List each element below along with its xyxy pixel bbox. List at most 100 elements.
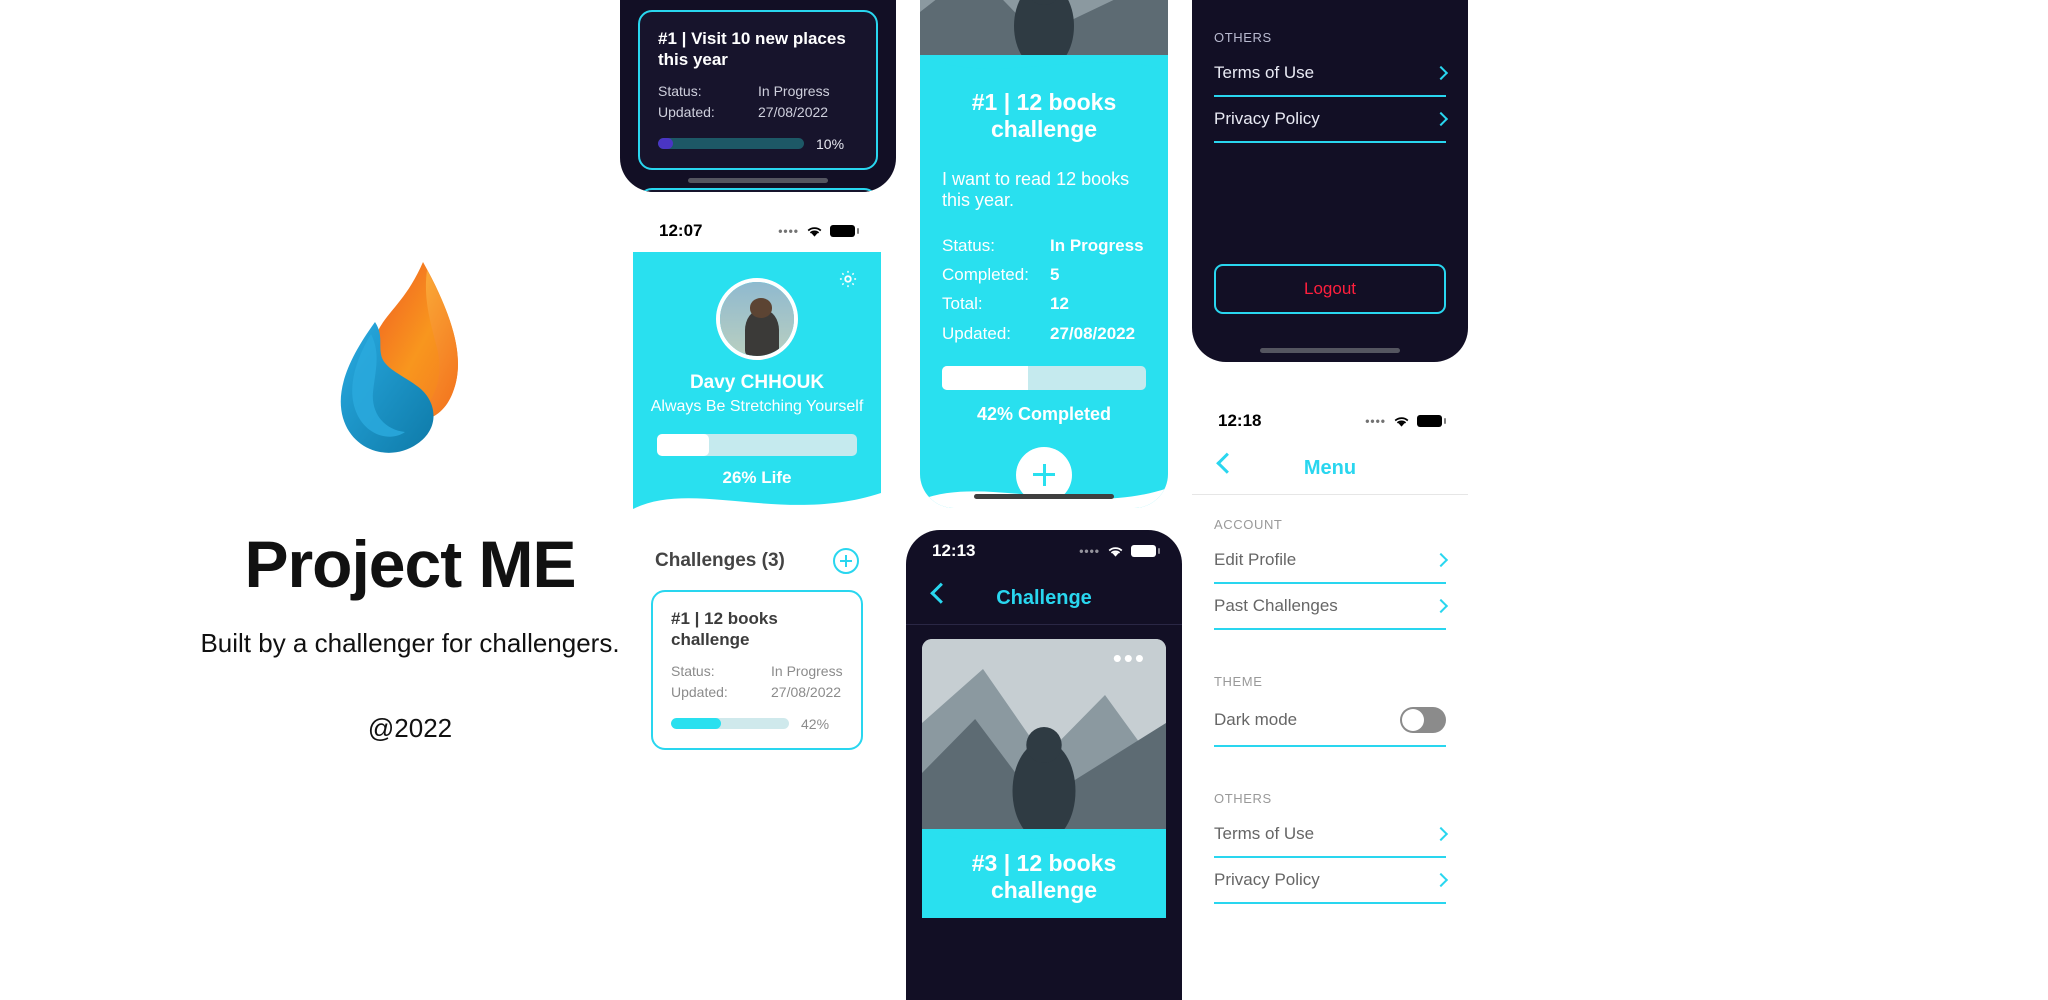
progress-percent: 10% — [816, 135, 845, 152]
signal-icon: •••• — [1079, 544, 1100, 558]
menu-item-privacy[interactable]: Privacy Policy — [1214, 97, 1449, 143]
home-indicator — [688, 178, 828, 183]
challenge-card[interactable]: #1 | 12 books challenge Status: In Progr… — [651, 590, 863, 750]
add-challenge-button[interactable] — [833, 548, 859, 574]
row-value: In Progress — [1050, 236, 1144, 255]
wave-divider — [633, 493, 881, 531]
section-title: Challenges (3) — [655, 550, 785, 571]
home-indicator — [974, 494, 1114, 499]
updated-label: Updated: — [671, 684, 728, 701]
row-label: Completed: — [942, 265, 1029, 285]
detail-row: Updated: 27/08/2022 — [920, 319, 1168, 348]
detail-title: #1 | 12 books challenge — [971, 89, 1117, 142]
chevron-right-icon — [1433, 552, 1449, 568]
chevron-right-icon — [1433, 598, 1449, 614]
battery-icon — [1131, 545, 1160, 557]
screen-menu-dark: OTHERS Terms of Use Privacy Policy Logou… — [1192, 0, 1468, 362]
detail-row: Status: In Progress — [920, 231, 1168, 260]
detail-row: Total: 12 — [920, 289, 1168, 318]
profile-name: Davy CHHOUK — [689, 372, 825, 393]
profile-hero: Davy CHHOUK Always Be Stretching Yoursel… — [633, 252, 881, 531]
row-label: Total: — [942, 294, 983, 314]
menu-item-label: Terms of Use — [1214, 63, 1315, 82]
signal-icon: •••• — [1365, 414, 1386, 428]
home-indicator — [1260, 348, 1400, 353]
menu-item-label: Edit Profile — [1214, 550, 1297, 569]
menu-item-label: Dark mode — [1214, 710, 1298, 729]
row-value: 5 — [1050, 265, 1060, 285]
more-options-icon[interactable]: ••• — [1113, 645, 1146, 671]
row-value: 12 — [1050, 294, 1069, 314]
screen-menu-light: 12:18 •••• Menu ACCOUNT Edit Profile Pas… — [1192, 400, 1468, 1000]
screen-dark-challenge-list: #1 | Visit 10 new places this year Statu… — [620, 0, 896, 192]
gear-icon[interactable] — [837, 268, 859, 290]
progress-bar — [671, 718, 789, 730]
flame-droplet-logo — [340, 262, 458, 453]
nav-title: Menu — [1303, 456, 1357, 479]
chevron-right-icon — [1433, 826, 1449, 842]
nav-title: Challenge — [996, 586, 1092, 609]
detail-row: Completed: 5 — [920, 260, 1168, 289]
row-label: Status: — [942, 236, 995, 255]
detail-progress-label: 42% Completed — [976, 403, 1112, 424]
progress-bar — [658, 138, 804, 150]
menu-item-label: Privacy Policy — [1214, 870, 1320, 889]
chevron-right-icon — [1433, 872, 1449, 888]
wifi-icon — [1394, 416, 1409, 427]
back-chevron-icon[interactable] — [930, 582, 952, 604]
challenge-title: #1 | 12 books challenge — [671, 609, 778, 650]
updated-value: 27/08/2022 — [758, 104, 829, 121]
menu-item-edit-profile[interactable]: Edit Profile — [1214, 538, 1449, 584]
screenshot-stage: Project ME Built by a challenger for cha… — [0, 0, 2048, 1000]
nav-bar: Challenge — [906, 572, 1182, 624]
menu-item-terms[interactable]: Terms of Use — [1214, 51, 1449, 97]
chevron-right-icon — [1433, 111, 1449, 127]
menu-item-terms[interactable]: Terms of Use — [1214, 812, 1449, 858]
status-time: 12:13 — [932, 541, 976, 560]
status-time: 12:18 — [1218, 411, 1262, 430]
status-bar: 12:13 •••• — [906, 530, 1182, 572]
status-bar: 12:18 •••• — [1192, 400, 1468, 442]
progress-percent: 42% — [801, 715, 830, 732]
wifi-icon — [807, 226, 822, 237]
menu-item-dark-mode[interactable]: Dark mode — [1214, 695, 1446, 747]
battery-icon — [830, 225, 859, 237]
profile-motto: Always Be Stretching Yourself — [650, 398, 864, 415]
updated-value: 27/08/2022 — [771, 684, 842, 701]
challenge-photo: ••• — [920, 0, 1168, 56]
row-value: 27/08/2022 — [1050, 323, 1136, 343]
menu-item-label: Privacy Policy — [1214, 109, 1320, 128]
section-label-others: OTHERS — [1214, 30, 1272, 45]
status-label: Status: — [658, 82, 702, 99]
status-time: 12:07 — [659, 221, 703, 240]
detail-progress-bar — [942, 365, 1146, 390]
challenge-card[interactable]: #1 | Visit 10 new places this year Statu… — [638, 10, 878, 170]
dark-mode-toggle[interactable] — [1400, 707, 1446, 733]
screen-challenge-detail-dark: 12:13 •••• Challenge ••• #3 | 12 books c… — [906, 530, 1182, 1000]
nav-bar: Menu — [1192, 442, 1468, 494]
section-label-theme: THEME — [1214, 674, 1263, 689]
logout-button[interactable]: Logout — [1214, 264, 1446, 314]
status-value: In Progress — [771, 662, 843, 679]
menu-item-privacy[interactable]: Privacy Policy — [1214, 858, 1449, 904]
detail-description: I want to read 12 books this year. — [942, 169, 1130, 210]
section-label-others: OTHERS — [1214, 791, 1272, 806]
detail-hero: #1 | 12 books challenge I want to read 1… — [920, 55, 1168, 508]
row-label: Updated: — [942, 323, 1011, 343]
detail-title: #3 | 12 books challenge — [971, 850, 1117, 903]
challenge-photo: ••• — [922, 639, 1166, 829]
updated-label: Updated: — [658, 104, 715, 121]
wifi-icon — [1108, 546, 1123, 557]
avatar[interactable] — [716, 278, 798, 360]
brand-tagline: Built by a challenger for challengers. — [200, 628, 620, 658]
section-label-account: ACCOUNT — [1214, 517, 1283, 532]
back-chevron-icon[interactable] — [1216, 452, 1238, 474]
page-title: Project ME — [244, 527, 576, 601]
status-bar: 12:07 •••• — [633, 210, 881, 252]
menu-item-past-challenges[interactable]: Past Challenges — [1214, 584, 1449, 630]
challenge-card[interactable]: #2 | Write a blog post earch week Status… — [638, 187, 878, 192]
battery-icon — [1417, 415, 1446, 427]
life-progress-bar — [657, 434, 857, 456]
screen-challenge-detail-light: ••• #1 | 12 books challenge I want to re… — [920, 0, 1168, 508]
screen-profile: 12:07 •••• Davy CHHOUK Always Be Stretch… — [633, 210, 881, 768]
